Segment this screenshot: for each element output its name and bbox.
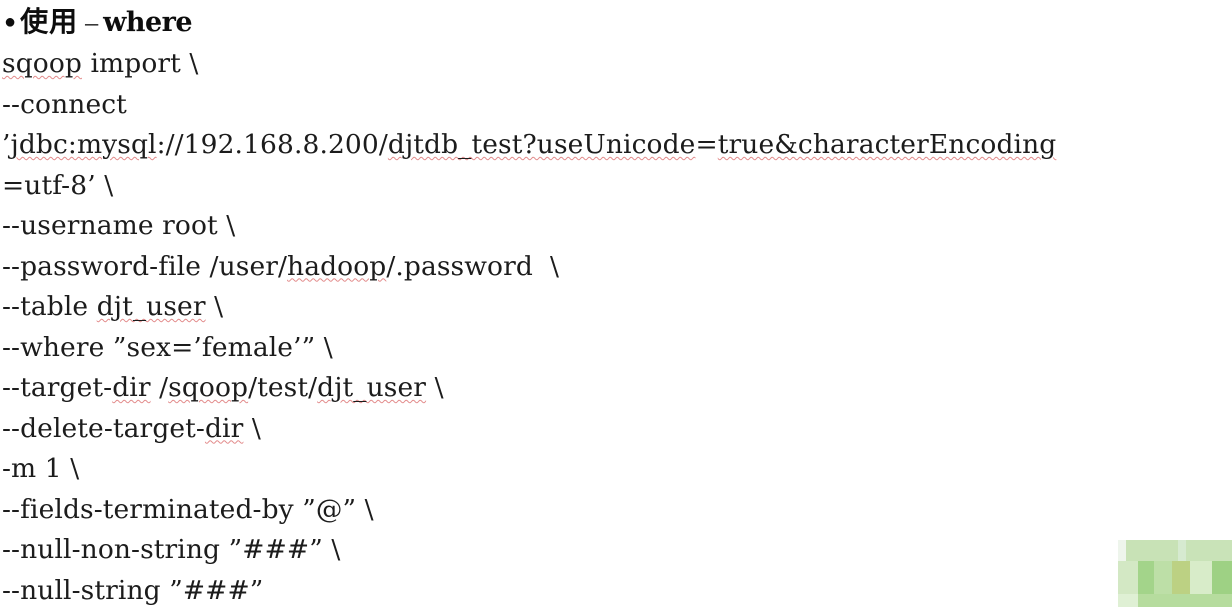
watermark-band-mid — [1118, 561, 1232, 594]
watermark-cell — [1138, 594, 1232, 607]
code-line: --null-non-string ”###” \ — [2, 530, 1232, 571]
code-line: --target-dir /sqoop/test/djt_user \ — [2, 368, 1232, 409]
green-watermark-block — [1118, 540, 1232, 607]
spellcheck-token: dir — [205, 413, 243, 444]
spellcheck-token: djt_user — [97, 291, 206, 322]
spellcheck-token: djt_user — [317, 372, 426, 403]
watermark-band-bottom — [1118, 594, 1232, 607]
code-line: ’jdbc:mysql://192.168.8.200/djtdb_test?u… — [2, 125, 1232, 166]
watermark-cell — [1186, 540, 1232, 561]
watermark-cell — [1118, 561, 1138, 594]
watermark-cell — [1126, 540, 1178, 561]
code-line: --delete-target-dir \ — [2, 409, 1232, 450]
watermark-cell — [1138, 561, 1154, 594]
watermark-cell — [1154, 561, 1172, 594]
code-line: --username root \ — [2, 206, 1232, 247]
watermark-cell — [1178, 540, 1186, 561]
spellcheck-token: sqoop — [168, 372, 248, 403]
watermark-cell — [1118, 540, 1126, 561]
document-page: ●使用–where sqoop import \--connect’jdbc:m… — [0, 0, 1232, 607]
heading-topic: 使用 — [20, 5, 78, 38]
spellcheck-token: dir — [112, 372, 150, 403]
code-line: --where ”sex=’female’” \ — [2, 328, 1232, 369]
watermark-cell — [1190, 561, 1212, 594]
watermark-cell — [1212, 561, 1232, 594]
watermark-band-top — [1118, 540, 1232, 561]
spellcheck-token: hadoop — [287, 251, 386, 282]
code-line: --password-file /user/hadoop/.password \ — [2, 247, 1232, 288]
spellcheck-token: true&characterEncoding — [718, 129, 1057, 160]
page-heading: ●使用–where — [4, 0, 192, 44]
code-line: --connect — [2, 85, 1232, 126]
watermark-cell — [1118, 594, 1138, 607]
code-block: sqoop import \--connect’jdbc:mysql://192… — [2, 44, 1232, 611]
code-line: --null-string ”###” — [2, 571, 1232, 611]
spellcheck-token: djtdb_test?useUnicode — [388, 129, 696, 160]
watermark-cell — [1172, 561, 1190, 594]
bullet-icon: ● — [4, 11, 16, 33]
code-line: =utf-8’ \ — [2, 166, 1232, 207]
code-line: --table djt_user \ — [2, 287, 1232, 328]
heading-dash: – — [85, 8, 98, 37]
spellcheck-token: sqoop — [2, 48, 82, 79]
heading-keyword: where — [103, 7, 192, 38]
spellcheck-token: jdbc:mysql — [11, 129, 157, 160]
code-line: -m 1 \ — [2, 449, 1232, 490]
code-line: sqoop import \ — [2, 44, 1232, 85]
code-line: --fields-terminated-by ”@” \ — [2, 490, 1232, 531]
